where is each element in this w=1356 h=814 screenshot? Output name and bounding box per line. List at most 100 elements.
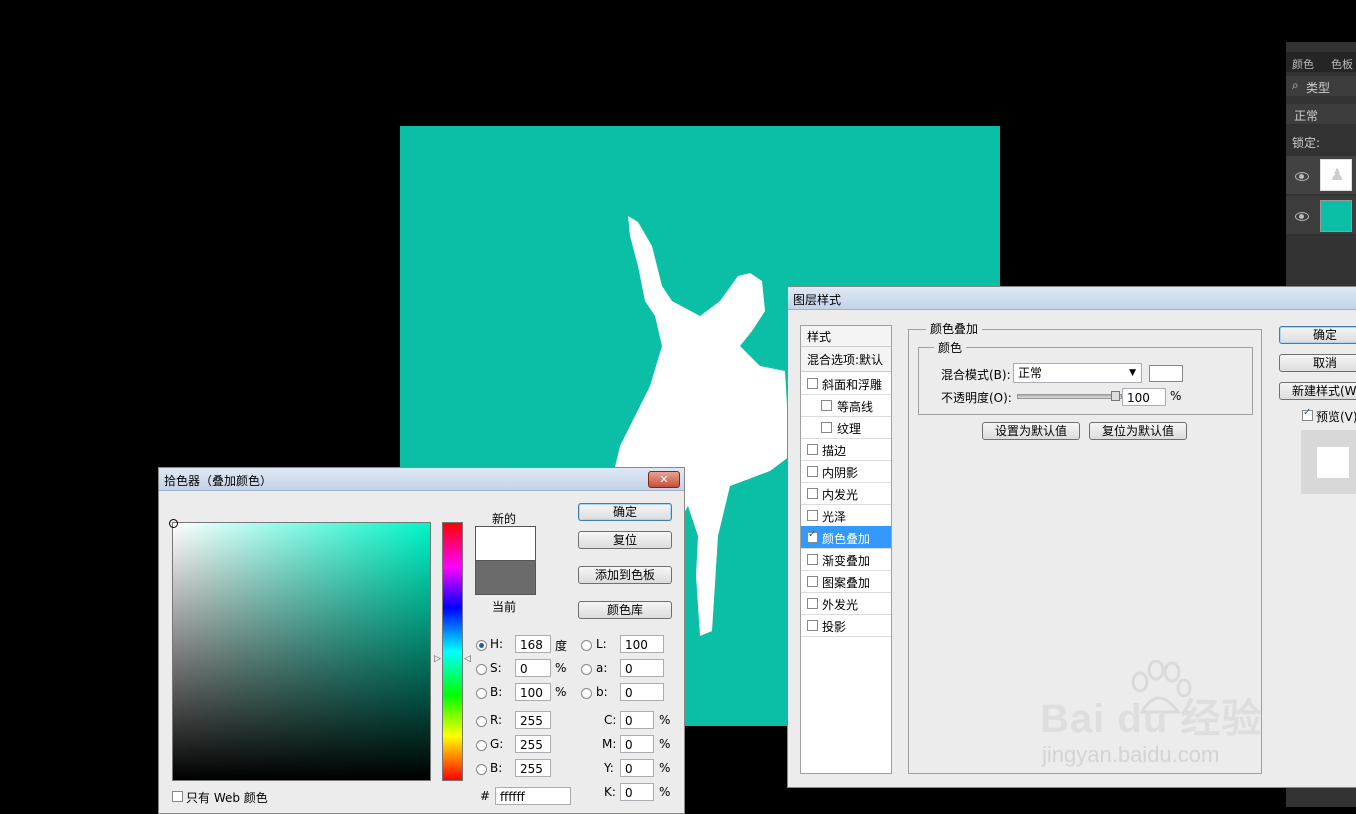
radio-lab-b[interactable] xyxy=(581,688,592,699)
set-default-button[interactable]: 设置为默认值 xyxy=(982,422,1080,440)
ok-button[interactable]: 确定 xyxy=(1279,326,1356,344)
radio-s[interactable] xyxy=(476,664,487,675)
c-input[interactable]: 0 xyxy=(620,711,654,729)
style-item[interactable]: 图案叠加 xyxy=(801,570,891,593)
style-item[interactable]: 等高线 xyxy=(801,394,891,417)
current-color-swatch[interactable] xyxy=(475,560,536,595)
reset-default-button[interactable]: 复位为默认值 xyxy=(1089,422,1187,440)
radio-h[interactable] xyxy=(476,640,487,651)
s-input[interactable]: 0 xyxy=(515,659,551,677)
hue-arrow-right-icon[interactable]: ◁ xyxy=(464,654,471,664)
styles-list: 样式 混合选项:默认 斜面和浮雕等高线纹理描边内阴影内发光光泽颜色叠加渐变叠加图… xyxy=(800,325,892,774)
radio-a[interactable] xyxy=(581,664,592,675)
brightness-input[interactable]: 100 xyxy=(515,683,551,701)
style-checkbox[interactable] xyxy=(821,422,832,433)
m-input[interactable]: 0 xyxy=(620,735,654,753)
style-checkbox[interactable] xyxy=(807,554,818,565)
radio-g[interactable] xyxy=(476,740,487,751)
style-item[interactable]: 渐变叠加 xyxy=(801,548,891,571)
style-item[interactable]: 描边 xyxy=(801,438,891,461)
add-to-swatches-button[interactable]: 添加到色板 xyxy=(578,566,672,584)
style-item[interactable]: 外发光 xyxy=(801,592,891,615)
styles-header[interactable]: 样式 xyxy=(801,326,891,347)
a-input[interactable]: 0 xyxy=(620,659,664,677)
opacity-slider-handle[interactable] xyxy=(1111,391,1120,401)
l-label: L: xyxy=(596,637,607,651)
opacity-input[interactable]: 100 xyxy=(1122,388,1166,406)
a-value: 0 xyxy=(625,662,633,676)
style-checkbox[interactable] xyxy=(807,488,818,499)
hue-arrow-left-icon[interactable]: ▷ xyxy=(434,654,441,664)
style-item[interactable]: 光泽 xyxy=(801,504,891,527)
add-to-swatches-label: 添加到色板 xyxy=(594,568,655,582)
layer-filter[interactable]: ⌕ 类型 xyxy=(1286,76,1356,96)
tab-swatches[interactable]: 色板 xyxy=(1331,56,1353,72)
reset-default-label: 复位为默认值 xyxy=(1101,424,1174,438)
lab-b-input[interactable]: 0 xyxy=(620,683,664,701)
opacity-slider-track[interactable] xyxy=(1017,394,1122,399)
style-checkbox[interactable] xyxy=(807,466,818,477)
m-unit: % xyxy=(659,737,671,751)
style-item[interactable]: 内阴影 xyxy=(801,460,891,483)
reset-label: 复位 xyxy=(612,533,637,547)
color-field[interactable] xyxy=(169,519,431,781)
g-input[interactable]: 255 xyxy=(515,735,551,753)
style-item-label: 斜面和浮雕 xyxy=(822,378,883,392)
radio-blue[interactable] xyxy=(476,764,487,775)
eye-icon[interactable] xyxy=(1295,172,1309,181)
current-color-label: 当前 xyxy=(492,600,517,614)
blend-options-item[interactable]: 混合选项:默认 xyxy=(801,347,891,372)
style-item-label: 等高线 xyxy=(837,400,874,414)
style-item[interactable]: 颜色叠加 xyxy=(801,526,891,549)
style-checkbox[interactable] xyxy=(807,529,818,543)
style-checkbox[interactable] xyxy=(807,598,818,609)
style-checkbox[interactable] xyxy=(807,620,818,631)
radio-l[interactable] xyxy=(581,640,592,651)
color-field-cursor[interactable] xyxy=(169,519,178,528)
style-checkbox[interactable] xyxy=(807,378,818,389)
layer-row-background[interactable] xyxy=(1286,196,1356,234)
blend-mode-select[interactable]: 正常 ▼ xyxy=(1013,363,1142,383)
dialog-titlebar: 图层样式 xyxy=(788,287,1356,310)
style-checkbox[interactable] xyxy=(807,576,818,587)
h-input[interactable]: 168 xyxy=(515,635,551,653)
color-libraries-label: 颜色库 xyxy=(606,603,643,617)
style-item[interactable]: 内发光 xyxy=(801,482,891,505)
radio-r[interactable] xyxy=(476,716,487,727)
style-item[interactable]: 斜面和浮雕 xyxy=(801,372,891,395)
opacity-percent: % xyxy=(1170,389,1182,403)
cancel-button[interactable]: 取消 xyxy=(1279,354,1356,372)
l-input[interactable]: 100 xyxy=(620,635,664,653)
m-value: 0 xyxy=(625,738,633,752)
opacity-value: 100 xyxy=(1127,391,1150,405)
radio-b[interactable] xyxy=(476,688,487,699)
color-libraries-button[interactable]: 颜色库 xyxy=(578,601,672,619)
ok-button[interactable]: 确定 xyxy=(578,503,672,521)
hex-input[interactable]: ffffff xyxy=(495,787,571,805)
new-style-button[interactable]: 新建样式(W xyxy=(1279,382,1356,400)
close-icon[interactable]: ✕ xyxy=(648,471,680,488)
layer-row-dancer[interactable]: ♟ xyxy=(1286,156,1356,194)
k-input[interactable]: 0 xyxy=(620,783,654,801)
reset-button[interactable]: 复位 xyxy=(578,531,672,549)
style-item[interactable]: 投影 xyxy=(801,614,891,637)
style-checkbox[interactable] xyxy=(807,510,818,521)
eye-icon[interactable] xyxy=(1295,212,1309,221)
style-item-label: 图案叠加 xyxy=(822,576,871,590)
blue-input[interactable]: 255 xyxy=(515,759,551,777)
tab-color[interactable]: 颜色 xyxy=(1292,56,1314,72)
style-item[interactable]: 纹理 xyxy=(801,416,891,439)
style-checkbox[interactable] xyxy=(821,400,832,411)
y-input[interactable]: 0 xyxy=(620,759,654,777)
only-web-checkbox[interactable] xyxy=(172,791,183,802)
style-item-label: 内阴影 xyxy=(822,466,859,480)
c-unit: % xyxy=(659,713,671,727)
hue-slider[interactable] xyxy=(442,522,463,781)
layer-blend-mode[interactable]: 正常 xyxy=(1286,104,1356,124)
style-preview-swatch xyxy=(1317,447,1349,478)
preview-checkbox[interactable] xyxy=(1302,407,1313,421)
r-input[interactable]: 255 xyxy=(515,711,551,729)
overlay-color-swatch[interactable] xyxy=(1149,365,1183,382)
color-group-title: 颜色 xyxy=(934,339,967,356)
style-checkbox[interactable] xyxy=(807,444,818,455)
